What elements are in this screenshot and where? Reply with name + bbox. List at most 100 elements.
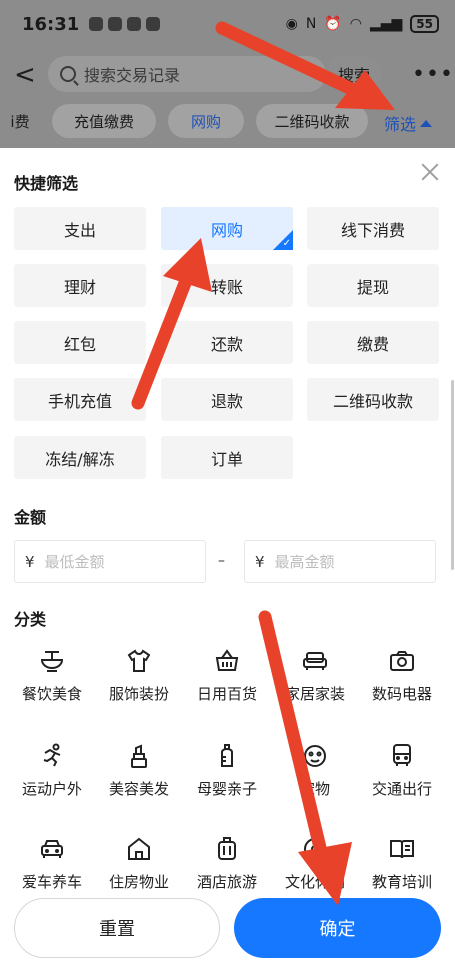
more-icon[interactable]: ••• bbox=[412, 62, 454, 87]
house-icon bbox=[124, 834, 154, 864]
chip-label: 缴费 bbox=[356, 334, 389, 354]
category-item[interactable]: 日用百货 bbox=[184, 646, 270, 704]
category-label: 母婴亲子 bbox=[196, 780, 257, 798]
status-right: ◉ N ⏰ ◠ ▂▄▆ 55 bbox=[286, 15, 439, 33]
bus-icon bbox=[387, 741, 417, 771]
tab-online-shopping[interactable]: 网购 bbox=[168, 104, 244, 138]
category-item[interactable]: 服饰装扮 bbox=[96, 646, 182, 704]
book-icon bbox=[387, 834, 417, 864]
chip-label: 订单 bbox=[210, 449, 243, 469]
category-item[interactable]: 酒店旅游 bbox=[184, 834, 270, 892]
quick-filter-chip[interactable]: 还款 bbox=[161, 321, 293, 364]
status-bar: 16:31 ◉ N ⏰ ◠ ▂▄▆ 55 bbox=[0, 0, 455, 48]
amount-min-placeholder: 最低金额 bbox=[44, 553, 105, 571]
category-label: 日用百货 bbox=[196, 685, 257, 703]
chip-label: 理财 bbox=[63, 277, 96, 297]
quick-filter-chip[interactable]: 转账 bbox=[161, 264, 293, 307]
quick-filter-chip[interactable]: 理财 bbox=[14, 264, 146, 307]
category-label: 教育培训 bbox=[371, 873, 432, 891]
back-arrow-icon[interactable]: < bbox=[14, 60, 36, 90]
category-label: 爱车养车 bbox=[21, 873, 82, 891]
luggage-icon bbox=[212, 834, 242, 864]
film-icon bbox=[300, 834, 330, 864]
sheet-footer: 重置 确定 bbox=[0, 890, 455, 973]
tab-qr-receipt[interactable]: 二维码收款 bbox=[256, 104, 368, 138]
category-item[interactable]: 文化休闲 bbox=[272, 834, 358, 892]
category-item[interactable]: 美容美发 bbox=[96, 741, 182, 799]
eye-icon: ◉ bbox=[285, 16, 298, 32]
category-label: 宠物 bbox=[299, 780, 330, 798]
quick-filter-chip-selected[interactable]: 网购 ✓ bbox=[161, 207, 293, 250]
chip-label: 支出 bbox=[63, 220, 96, 240]
quick-filter-chip[interactable]: 支出 bbox=[14, 207, 146, 250]
quick-filter-chip[interactable]: 二维码收款 bbox=[307, 378, 439, 421]
category-item[interactable]: 运动户外 bbox=[9, 741, 95, 799]
category-label: 运动户外 bbox=[21, 780, 82, 798]
category-item[interactable]: 教育培训 bbox=[359, 834, 445, 892]
quick-filter-chip[interactable]: 线下消费 bbox=[307, 207, 439, 250]
chip-label: 线下消费 bbox=[340, 220, 405, 240]
quick-filter-chip[interactable]: 退款 bbox=[161, 378, 293, 421]
amount-separator: – bbox=[218, 553, 225, 569]
category-item[interactable]: 家居家装 bbox=[272, 646, 358, 704]
app-notification-icon bbox=[89, 17, 104, 31]
amount-title: 金额 bbox=[14, 508, 47, 527]
search-input[interactable]: 搜索交易记录 bbox=[48, 56, 326, 92]
car-icon bbox=[37, 834, 67, 864]
category-label: 家居家装 bbox=[284, 685, 345, 703]
search-icon bbox=[60, 66, 76, 82]
app-notification-icon bbox=[127, 17, 142, 31]
category-item[interactable]: 交通出行 bbox=[359, 741, 445, 799]
sofa-icon bbox=[300, 646, 330, 676]
alarm-icon: ⏰ bbox=[324, 16, 342, 32]
shirt-icon bbox=[124, 646, 154, 676]
category-item[interactable]: 餐饮美食 bbox=[9, 646, 95, 704]
tab-partial[interactable]: i费 bbox=[0, 104, 40, 138]
currency-symbol: ¥ bbox=[255, 552, 265, 571]
search-button[interactable]: 搜索 bbox=[326, 56, 382, 92]
category-label: 酒店旅游 bbox=[196, 873, 257, 891]
search-row: < 搜索交易记录 搜索 ••• bbox=[0, 52, 455, 96]
chip-label: 冻结/解冻 bbox=[45, 449, 115, 469]
confirm-button[interactable]: 确定 bbox=[234, 898, 441, 958]
battery-icon: 55 bbox=[410, 15, 439, 33]
baby-bottle-icon bbox=[212, 741, 242, 771]
category-label: 交通出行 bbox=[371, 780, 432, 798]
quick-filter-chip[interactable]: 缴费 bbox=[307, 321, 439, 364]
chip-label: 二维码收款 bbox=[332, 391, 413, 411]
amount-min-input[interactable]: ¥ 最低金额 bbox=[14, 540, 206, 583]
category-label: 数码电器 bbox=[371, 685, 432, 703]
bowl-icon bbox=[37, 646, 67, 676]
search-placeholder: 搜索交易记录 bbox=[84, 66, 181, 85]
chip-label: 提现 bbox=[356, 277, 389, 297]
quick-filter-chip[interactable]: 红包 bbox=[14, 321, 146, 364]
check-icon: ✓ bbox=[282, 238, 291, 249]
quick-filter-chip[interactable]: 手机充值 bbox=[14, 378, 146, 421]
reset-button[interactable]: 重置 bbox=[14, 898, 220, 958]
amount-max-input[interactable]: ¥ 最高金额 bbox=[244, 540, 436, 583]
quick-filter-chip[interactable]: 冻结/解冻 bbox=[14, 436, 146, 479]
category-item[interactable]: 宠物 bbox=[272, 741, 358, 799]
nfc-icon: N bbox=[305, 16, 317, 32]
category-item[interactable]: 母婴亲子 bbox=[184, 741, 270, 799]
category-tabs: i费 充值缴费 网购 二维码收款 筛选 bbox=[0, 104, 455, 140]
category-item[interactable]: 数码电器 bbox=[359, 646, 445, 704]
tab-recharge[interactable]: 充值缴费 bbox=[52, 104, 156, 138]
wifi-icon: ◠ bbox=[349, 16, 362, 32]
scrollbar[interactable] bbox=[451, 380, 454, 570]
chip-label: 手机充值 bbox=[47, 391, 112, 411]
notification-icons bbox=[89, 17, 161, 31]
category-item[interactable]: 住房物业 bbox=[96, 834, 182, 892]
filter-tab[interactable]: 筛选 bbox=[384, 111, 433, 135]
chip-label: 还款 bbox=[210, 334, 243, 354]
quick-filter-chip[interactable]: 提现 bbox=[307, 264, 439, 307]
quick-filter-chip[interactable]: 订单 bbox=[161, 436, 293, 479]
category-item[interactable]: 爱车养车 bbox=[9, 834, 95, 892]
amount-max-placeholder: 最高金额 bbox=[274, 553, 335, 571]
caret-up-icon bbox=[420, 119, 433, 127]
lipstick-icon bbox=[124, 741, 154, 771]
basket-icon bbox=[212, 646, 242, 676]
category-label: 住房物业 bbox=[108, 873, 169, 891]
camera-icon bbox=[387, 646, 417, 676]
close-icon[interactable] bbox=[420, 162, 440, 182]
